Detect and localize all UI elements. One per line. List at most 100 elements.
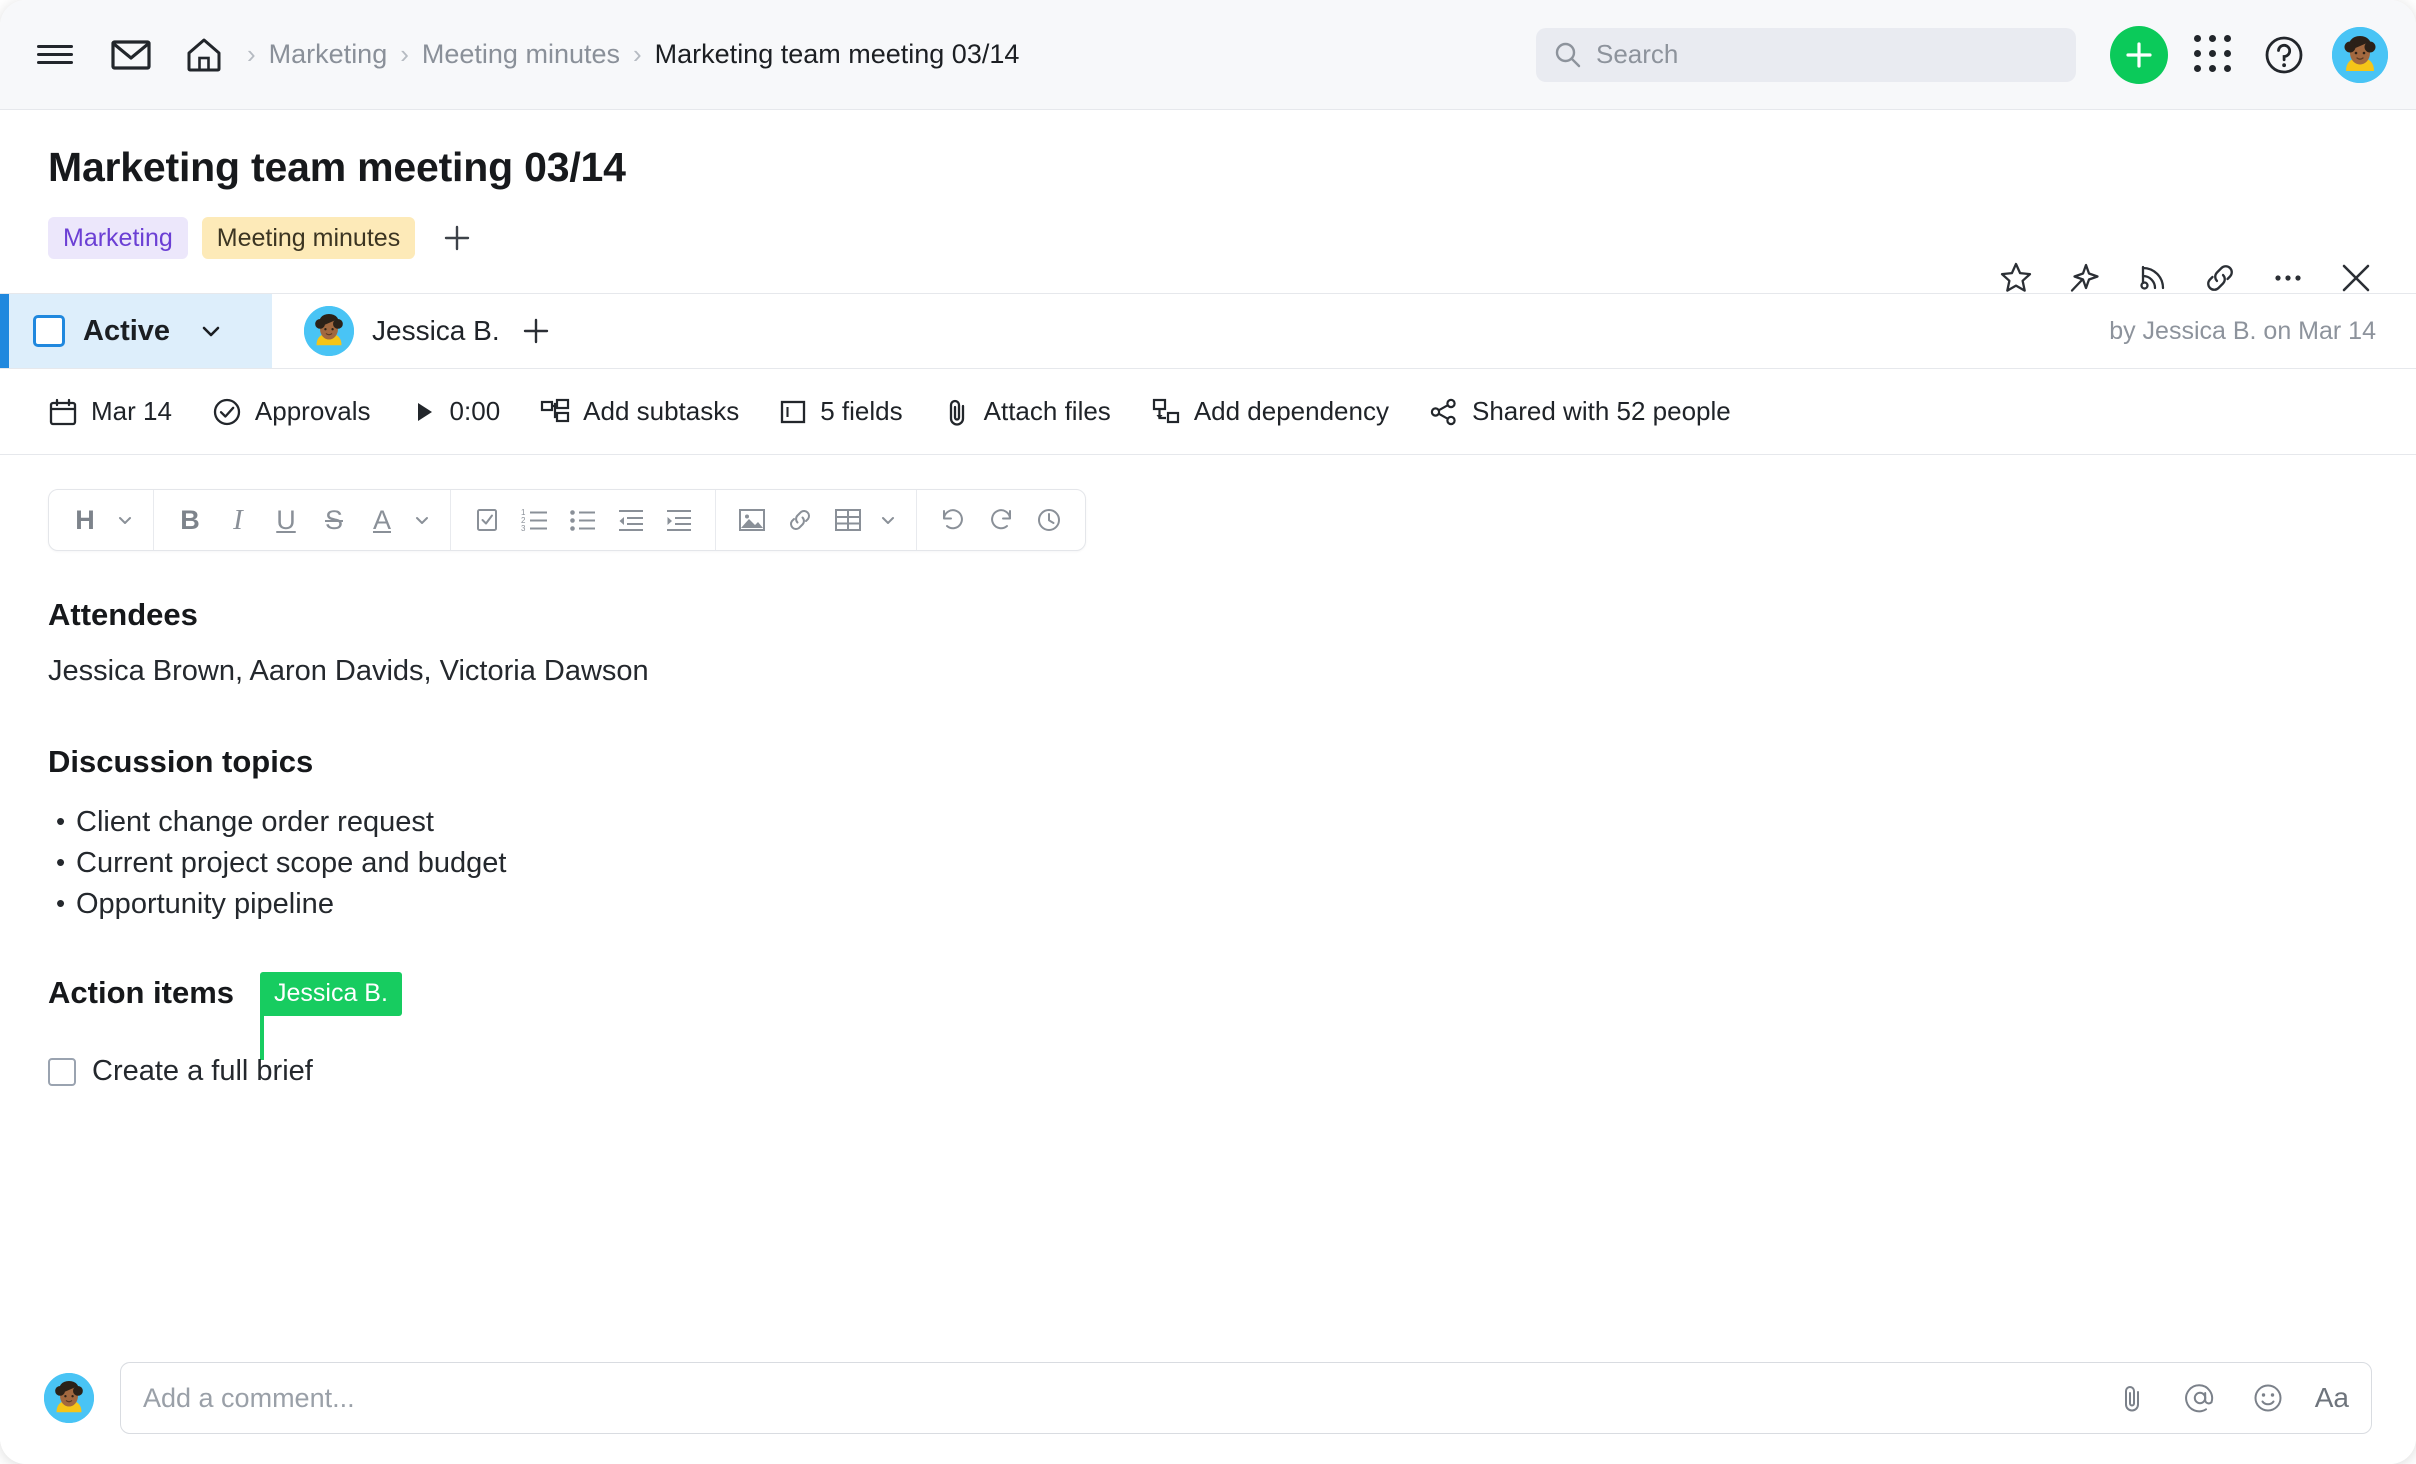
top-bar-right-cluster: Search bbox=[1536, 25, 2388, 84]
attach-files-label: Attach files bbox=[983, 396, 1111, 426]
add-dependency-button[interactable]: Add dependency bbox=[1151, 396, 1389, 427]
rich-text-toolbar: H B I U S A 123 bbox=[48, 489, 1086, 551]
help-circle-icon[interactable] bbox=[2262, 33, 2306, 77]
insert-image-button[interactable] bbox=[730, 497, 774, 543]
approvals-check-icon bbox=[213, 398, 241, 425]
action-items-block: Action items Jessica B. bbox=[48, 972, 2368, 1060]
assignee-avatar[interactable] bbox=[304, 306, 354, 356]
dependency-icon bbox=[1152, 398, 1179, 423]
bold-button[interactable]: B bbox=[168, 497, 212, 543]
status-label: Active bbox=[83, 314, 171, 347]
breadcrumb: › Marketing › Meeting minutes › Marketin… bbox=[234, 39, 1019, 70]
task-meta-row: Mar 14 Approvals 0:00 Add subtasks 5 fie… bbox=[0, 369, 2416, 455]
numbered-list-button[interactable]: 123 bbox=[513, 497, 557, 543]
indent-button[interactable] bbox=[657, 497, 701, 543]
insert-link-button[interactable] bbox=[778, 497, 822, 543]
calendar-icon bbox=[49, 398, 77, 425]
search-input[interactable]: Search bbox=[1536, 27, 2076, 82]
create-new-button[interactable] bbox=[2110, 25, 2168, 84]
undo-button[interactable] bbox=[931, 497, 975, 543]
comment-input[interactable]: Add a comment... Aa bbox=[120, 1362, 2372, 1434]
share-button[interactable]: Shared with 52 people bbox=[1429, 396, 1731, 427]
version-history-button[interactable] bbox=[1027, 497, 1071, 543]
attach-files-button[interactable]: Attach files bbox=[943, 396, 1111, 427]
chevron-down-icon[interactable] bbox=[198, 318, 224, 344]
tag-meeting-minutes[interactable]: Meeting minutes bbox=[201, 217, 416, 259]
status-dropdown[interactable]: Active bbox=[0, 294, 272, 368]
collaborator-caret bbox=[260, 1016, 264, 1060]
app-window: › Marketing › Meeting minutes › Marketin… bbox=[0, 0, 2416, 1464]
assignee-group: Jessica B. bbox=[272, 294, 554, 368]
plus-icon bbox=[445, 225, 470, 251]
apps-grid-icon[interactable] bbox=[2194, 34, 2234, 75]
comment-placeholder: Add a comment... bbox=[143, 1382, 355, 1413]
breadcrumb-separator: › bbox=[400, 39, 409, 69]
add-dependency-label: Add dependency bbox=[1193, 396, 1389, 426]
add-tag-button[interactable] bbox=[437, 218, 477, 258]
add-subtasks-button[interactable]: Add subtasks bbox=[540, 396, 739, 427]
list-item: Client change order request bbox=[48, 801, 2368, 842]
mention-icon[interactable] bbox=[2179, 1377, 2221, 1419]
fields-icon bbox=[781, 400, 806, 423]
text-color-button[interactable]: A bbox=[360, 497, 404, 543]
approvals-label: Approvals bbox=[254, 396, 371, 426]
assignee-name: Jessica B. bbox=[372, 315, 500, 346]
svg-text:3: 3 bbox=[521, 524, 526, 533]
due-date-label: Mar 14 bbox=[91, 396, 172, 426]
toolbar-group-history bbox=[916, 490, 1085, 550]
home-icon[interactable] bbox=[184, 33, 224, 77]
breadcrumb-item-current: Marketing team meeting 03/14 bbox=[654, 39, 1020, 69]
add-assignee-button[interactable] bbox=[518, 313, 554, 349]
emoji-icon[interactable] bbox=[2247, 1377, 2289, 1419]
fields-button[interactable]: 5 fields bbox=[779, 396, 903, 427]
attendees-heading: Attendees bbox=[48, 597, 198, 632]
underline-button[interactable]: U bbox=[264, 497, 308, 543]
chevron-down-icon[interactable] bbox=[111, 497, 139, 543]
add-subtasks-label: Add subtasks bbox=[583, 396, 740, 426]
tag-marketing[interactable]: Marketing bbox=[48, 217, 188, 259]
action-item-checkbox[interactable] bbox=[48, 1057, 76, 1086]
breadcrumb-separator: › bbox=[633, 39, 642, 69]
mail-icon[interactable] bbox=[108, 32, 154, 78]
last-modified-text: by Jessica B. on Mar 14 bbox=[2109, 316, 2376, 345]
user-avatar[interactable] bbox=[2332, 26, 2388, 83]
approvals-button[interactable]: Approvals bbox=[212, 396, 371, 427]
bulleted-list-button[interactable] bbox=[561, 497, 605, 543]
breadcrumb-item-meeting-minutes[interactable]: Meeting minutes bbox=[422, 39, 620, 70]
action-item-row: Create a full brief bbox=[48, 1055, 2368, 1088]
action-item-label: Create a full brief bbox=[92, 1055, 313, 1087]
attach-file-icon[interactable] bbox=[2111, 1377, 2153, 1419]
plus-icon bbox=[2126, 41, 2152, 68]
checklist-button[interactable] bbox=[465, 497, 509, 543]
editor-toolbar-area: H B I U S A 123 bbox=[0, 455, 2416, 551]
breadcrumb-separator: › bbox=[247, 39, 256, 69]
time-tracker-button[interactable]: 0:00 bbox=[411, 396, 500, 427]
outdent-button[interactable] bbox=[609, 497, 653, 543]
toolbar-group-text-style: B I U S A bbox=[153, 490, 450, 550]
italic-button[interactable]: I bbox=[216, 497, 260, 543]
due-date-button[interactable]: Mar 14 bbox=[48, 396, 172, 427]
strikethrough-button[interactable]: S bbox=[312, 497, 356, 543]
toolbar-group-lists: 123 bbox=[450, 490, 715, 550]
toolbar-group-insert bbox=[715, 490, 916, 550]
subtasks-icon bbox=[541, 398, 570, 422]
heading-style-button[interactable]: H bbox=[63, 497, 107, 543]
search-placeholder: Search bbox=[1596, 39, 1679, 69]
plus-icon bbox=[523, 318, 548, 344]
insert-table-button[interactable] bbox=[826, 497, 870, 543]
collaborator-name-label: Jessica B. bbox=[260, 972, 402, 1016]
chevron-down-icon[interactable] bbox=[408, 497, 436, 543]
chevron-down-icon[interactable] bbox=[874, 497, 902, 543]
status-row: Active Jessica B. by Jessica B. on Mar 1… bbox=[0, 293, 2416, 369]
text-format-icon[interactable]: Aa bbox=[2315, 1382, 2349, 1414]
status-checkbox[interactable] bbox=[33, 315, 65, 347]
redo-button[interactable] bbox=[979, 497, 1023, 543]
hamburger-menu-icon[interactable] bbox=[32, 32, 78, 78]
document-header: Marketing team meeting 03/14 Marketing M… bbox=[0, 110, 2416, 292]
document-body[interactable]: Attendees Jessica Brown, Aaron Davids, V… bbox=[0, 551, 2416, 1088]
breadcrumb-item-marketing[interactable]: Marketing bbox=[269, 39, 388, 70]
fields-label: 5 fields bbox=[820, 396, 903, 426]
top-navigation-bar: › Marketing › Meeting minutes › Marketin… bbox=[0, 0, 2416, 110]
